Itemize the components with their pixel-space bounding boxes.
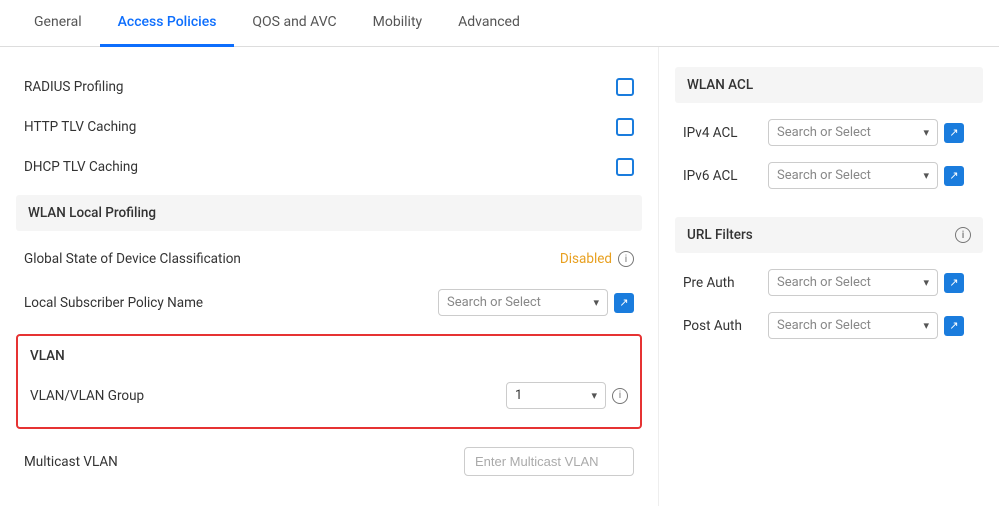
global-state-info-icon[interactable]: i bbox=[618, 251, 634, 267]
tab-mobility[interactable]: Mobility bbox=[355, 0, 441, 47]
url-filters-info-icon[interactable]: i bbox=[955, 227, 971, 243]
dhcp-tlv-row: DHCP TLV Caching bbox=[24, 147, 634, 187]
post-auth-row: Post Auth Search or Select ▾ ↗ bbox=[683, 304, 975, 347]
vlan-group-value: 1 bbox=[515, 388, 522, 403]
post-auth-arrow-icon: ▾ bbox=[923, 319, 929, 332]
left-panel: RADIUS Profiling HTTP TLV Caching DHCP T… bbox=[0, 47, 659, 506]
post-auth-control: Search or Select ▾ ↗ bbox=[768, 312, 964, 339]
post-auth-ext-icon[interactable]: ↗ bbox=[944, 316, 964, 336]
pre-auth-row: Pre Auth Search or Select ▾ ↗ bbox=[683, 261, 975, 304]
radius-profiling-checkbox[interactable] bbox=[616, 78, 634, 96]
global-state-control: Disabled i bbox=[560, 251, 634, 267]
dhcp-tlv-control bbox=[616, 158, 634, 176]
local-subscriber-placeholder: Search or Select bbox=[447, 295, 541, 310]
tab-qos-avc[interactable]: QOS and AVC bbox=[234, 0, 354, 47]
tab-bar: General Access Policies QOS and AVC Mobi… bbox=[0, 0, 999, 47]
vlan-group-arrow-icon: ▾ bbox=[591, 389, 597, 402]
http-tlv-row: HTTP TLV Caching bbox=[24, 107, 634, 147]
tab-general[interactable]: General bbox=[16, 0, 100, 47]
url-filters-header: URL Filters i bbox=[675, 217, 983, 253]
ipv4-acl-select[interactable]: Search or Select ▾ bbox=[768, 119, 938, 146]
local-subscriber-control: Search or Select ▾ ↗ bbox=[438, 289, 634, 316]
post-auth-select[interactable]: Search or Select ▾ bbox=[768, 312, 938, 339]
vlan-group-row: VLAN/VLAN Group 1 ▾ i bbox=[30, 372, 628, 419]
radius-profiling-row: RADIUS Profiling bbox=[24, 67, 634, 107]
ipv6-acl-select[interactable]: Search or Select ▾ bbox=[768, 162, 938, 189]
wlan-local-profiling-header: WLAN Local Profiling bbox=[16, 195, 642, 231]
ipv4-acl-control: Search or Select ▾ ↗ bbox=[768, 119, 964, 146]
wlan-acl-title: WLAN ACL bbox=[687, 77, 753, 93]
global-state-value: Disabled bbox=[560, 251, 612, 267]
global-state-label: Global State of Device Classification bbox=[24, 251, 560, 267]
local-subscriber-select[interactable]: Search or Select ▾ bbox=[438, 289, 608, 316]
ipv6-acl-ext-icon[interactable]: ↗ bbox=[944, 166, 964, 186]
right-panel: WLAN ACL IPv4 ACL Search or Select ▾ ↗ I… bbox=[659, 47, 999, 506]
pre-auth-ext-icon[interactable]: ↗ bbox=[944, 273, 964, 293]
tab-access-policies[interactable]: Access Policies bbox=[100, 0, 235, 47]
post-auth-label: Post Auth bbox=[683, 318, 768, 334]
multicast-vlan-label: Multicast VLAN bbox=[24, 454, 464, 470]
local-subscriber-label: Local Subscriber Policy Name bbox=[24, 295, 438, 311]
multicast-vlan-input[interactable] bbox=[464, 447, 634, 476]
vlan-group-info-icon[interactable]: i bbox=[612, 388, 628, 404]
ipv6-acl-row: IPv6 ACL Search or Select ▾ ↗ bbox=[683, 154, 975, 197]
post-auth-placeholder: Search or Select bbox=[777, 318, 871, 333]
pre-auth-select[interactable]: Search or Select ▾ bbox=[768, 269, 938, 296]
dhcp-tlv-label: DHCP TLV Caching bbox=[24, 159, 616, 175]
pre-auth-placeholder: Search or Select bbox=[777, 275, 871, 290]
ipv6-acl-arrow-icon: ▾ bbox=[923, 169, 929, 182]
local-subscriber-arrow-icon: ▾ bbox=[593, 296, 599, 309]
ipv6-acl-label: IPv6 ACL bbox=[683, 168, 768, 184]
ipv4-acl-placeholder: Search or Select bbox=[777, 125, 871, 140]
pre-auth-label: Pre Auth bbox=[683, 275, 768, 291]
vlan-section: VLAN VLAN/VLAN Group 1 ▾ i bbox=[16, 334, 642, 429]
ipv6-acl-control: Search or Select ▾ ↗ bbox=[768, 162, 964, 189]
ipv4-acl-label: IPv4 ACL bbox=[683, 125, 768, 141]
vlan-section-title: VLAN bbox=[30, 344, 628, 372]
ipv4-acl-row: IPv4 ACL Search or Select ▾ ↗ bbox=[683, 111, 975, 154]
local-subscriber-row: Local Subscriber Policy Name Search or S… bbox=[24, 279, 634, 326]
pre-auth-control: Search or Select ▾ ↗ bbox=[768, 269, 964, 296]
ipv4-acl-ext-icon[interactable]: ↗ bbox=[944, 123, 964, 143]
url-filters-title: URL Filters bbox=[687, 227, 753, 243]
vlan-group-select[interactable]: 1 ▾ bbox=[506, 382, 606, 409]
http-tlv-checkbox[interactable] bbox=[616, 118, 634, 136]
pre-auth-arrow-icon: ▾ bbox=[923, 276, 929, 289]
multicast-vlan-row: Multicast VLAN bbox=[24, 437, 634, 486]
vlan-group-label: VLAN/VLAN Group bbox=[30, 388, 506, 404]
dhcp-tlv-checkbox[interactable] bbox=[616, 158, 634, 176]
radius-profiling-control bbox=[616, 78, 634, 96]
main-content: RADIUS Profiling HTTP TLV Caching DHCP T… bbox=[0, 47, 999, 506]
ipv4-acl-arrow-icon: ▾ bbox=[923, 126, 929, 139]
multicast-vlan-control bbox=[464, 447, 634, 476]
global-state-row: Global State of Device Classification Di… bbox=[24, 239, 634, 279]
tab-advanced[interactable]: Advanced bbox=[440, 0, 538, 47]
vlan-group-control: 1 ▾ i bbox=[506, 382, 628, 409]
http-tlv-control bbox=[616, 118, 634, 136]
wlan-acl-header: WLAN ACL bbox=[675, 67, 983, 103]
http-tlv-label: HTTP TLV Caching bbox=[24, 119, 616, 135]
local-subscriber-ext-icon[interactable]: ↗ bbox=[614, 293, 634, 313]
ipv6-acl-placeholder: Search or Select bbox=[777, 168, 871, 183]
radius-profiling-label: RADIUS Profiling bbox=[24, 79, 616, 95]
